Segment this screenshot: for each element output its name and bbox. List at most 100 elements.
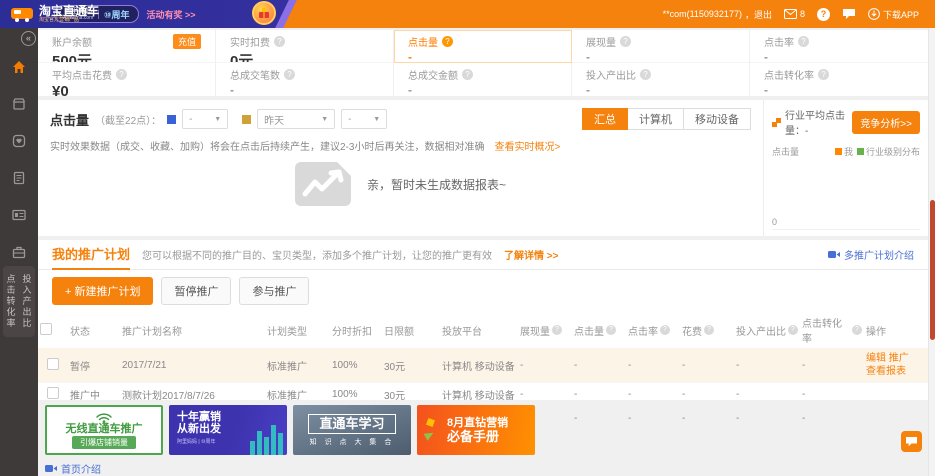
plan-platform-link[interactable]: 计算机 移动设备: [440, 383, 518, 407]
app-title: 淘宝直通车: [39, 5, 99, 17]
gift-icon[interactable]: [252, 1, 276, 25]
view-report-link[interactable]: 查看报表: [866, 365, 926, 378]
sidebar-item-home[interactable]: [0, 48, 38, 85]
info-icon[interactable]: ?: [704, 325, 714, 335]
top-header: 淘宝直通车 淘宝官方营销产品 阿里妈妈 Alimama.com | ⑩周年 活动…: [0, 0, 935, 28]
promo-banners: 无线直通车推广 引爆店铺销量 十年赢销 从新出发 阿里妈妈 | ⑩周年 直通车学…: [45, 405, 535, 455]
info-icon[interactable]: ?: [788, 325, 798, 335]
info-icon[interactable]: ?: [852, 325, 862, 335]
plan-platform-link[interactable]: 计算机 移动设备: [440, 348, 518, 383]
collapse-sidebar-button[interactable]: «: [21, 31, 36, 46]
series1-value: -: [189, 114, 192, 125]
info-icon[interactable]: ?: [798, 36, 809, 47]
col-label: 点击转化率: [802, 315, 850, 345]
info-icon[interactable]: ?: [606, 325, 616, 335]
plan-limit-link[interactable]: 30元: [382, 383, 440, 407]
plan-type: 标准推广: [265, 383, 330, 407]
info-icon[interactable]: ?: [620, 36, 631, 47]
col-label: 花费: [682, 323, 702, 338]
learn-more-link[interactable]: 了解详情 >>: [504, 247, 558, 262]
info-icon[interactable]: ?: [442, 36, 453, 47]
realtime-overview-link[interactable]: 查看实时概况>: [494, 138, 560, 153]
sidebar-item-report[interactable]: [0, 159, 38, 196]
plan-roi: -: [734, 383, 800, 407]
recharge-button[interactable]: 充值: [173, 34, 201, 49]
metric-orders: 总成交笔数? -: [216, 63, 394, 96]
banner-title: 直通车学习: [308, 414, 395, 434]
scrollbar-thumb[interactable]: [930, 200, 935, 340]
series1-select[interactable]: -▼: [182, 109, 228, 129]
info-icon[interactable]: ?: [818, 69, 829, 80]
row-checkbox[interactable]: [47, 358, 59, 370]
plan-name-link[interactable]: 测款计划2017/8/7/26: [120, 383, 265, 407]
multi-plan-intro-link[interactable]: 多推广计划介绍: [828, 247, 914, 262]
banner-learning[interactable]: 直通车学习 知 识 点 大 集 合: [293, 405, 411, 455]
download-item[interactable]: 下载APP: [868, 8, 919, 21]
plan-impr: -: [518, 348, 572, 383]
sidebar-item-toolbox[interactable]: [0, 233, 38, 270]
customer-service-button[interactable]: [901, 431, 922, 452]
tab-mobile[interactable]: 移动设备: [683, 108, 751, 130]
help-icon[interactable]: ?: [817, 8, 830, 21]
mail-item[interactable]: 8: [784, 9, 805, 19]
homepage-intro[interactable]: 首页介绍: [45, 461, 101, 476]
badge-anniversary: ⑩周年: [104, 8, 130, 21]
select-all-checkbox[interactable]: [40, 323, 52, 335]
wifi-icon: [95, 412, 113, 423]
device-tabs: 汇总 计算机 移动设备: [583, 108, 751, 130]
metric-label: 实时扣费: [230, 34, 270, 49]
idcard-icon: [11, 207, 27, 223]
sidebar-item-news[interactable]: [0, 196, 38, 233]
col-discount: 分时折扣: [330, 312, 382, 348]
promo-link[interactable]: 活动有奖 >>: [147, 8, 196, 21]
page-scrollbar[interactable]: [928, 28, 935, 476]
col-platform: 投放平台: [440, 312, 518, 348]
join-plan-button[interactable]: 参与推广: [239, 277, 309, 305]
realtime-notice: 实时效果数据（成交、收藏、加购）将会在点击后持续产生，建议2-3小时后再关注，数…: [50, 138, 484, 153]
plan-discount-link[interactable]: 100%: [330, 383, 382, 407]
industry-title: 行业平均点击量：-: [785, 107, 848, 137]
metric-value: -: [408, 50, 557, 63]
plan-discount-link[interactable]: 100%: [330, 348, 382, 383]
tab-computer[interactable]: 计算机: [627, 108, 684, 130]
new-plan-button[interactable]: + 新建推广计划: [52, 277, 153, 305]
report-icon: [11, 170, 27, 186]
banner-august-handbook[interactable]: 8月直钻营销 必备手册: [417, 405, 535, 455]
metric-label: 总成交金额: [408, 67, 458, 82]
col-name: 推广计划名称: [120, 312, 265, 348]
info-icon[interactable]: ?: [462, 69, 473, 80]
tab-summary[interactable]: 汇总: [582, 108, 628, 130]
plan-status: 推广中: [68, 383, 120, 407]
total-clicks: -: [572, 407, 626, 431]
info-icon[interactable]: ?: [274, 36, 285, 47]
y-axis-zero: 0: [772, 217, 777, 227]
service-item[interactable]: [842, 8, 856, 20]
col-cost: 花费?: [680, 312, 734, 348]
sidebar-item-favorite[interactable]: [0, 122, 38, 159]
info-icon[interactable]: ?: [660, 325, 670, 335]
sidebar-item-shop[interactable]: [0, 85, 38, 122]
app-logo[interactable]: 淘宝直通车 淘宝官方营销产品: [10, 5, 99, 23]
plan-limit-link[interactable]: 30元: [382, 348, 440, 383]
logout-link[interactable]: ，退出: [745, 8, 772, 21]
quick-metrics-widget[interactable]: 点击转化率 投入产出比: [3, 266, 35, 337]
competition-analysis-button[interactable]: 竞争分析>>: [852, 111, 920, 134]
banner-wireless-promo[interactable]: 无线直通车推广 引爆店铺销量: [45, 405, 163, 455]
series3-select[interactable]: -▼: [341, 109, 387, 129]
info-icon[interactable]: ?: [640, 69, 651, 80]
metric-impressions: 展现量? -: [572, 30, 750, 63]
plan-name-link[interactable]: 2017/7/21: [120, 348, 265, 383]
col-label: 点击率: [628, 323, 658, 338]
account-name: **com(1150932177): [663, 9, 742, 19]
info-icon[interactable]: ?: [552, 325, 562, 335]
banner-ten-years[interactable]: 十年赢销 从新出发 阿里妈妈 | ⑩周年: [169, 405, 287, 455]
info-icon[interactable]: ?: [116, 69, 127, 80]
row-checkbox[interactable]: [47, 387, 59, 399]
date-select[interactable]: 昨天▼: [257, 109, 335, 129]
city-bars-decoration: [250, 425, 283, 455]
pause-plan-button[interactable]: 暂停推广: [161, 277, 231, 305]
metric-value: -: [408, 83, 557, 96]
tab-my-plans[interactable]: 我的推广计划: [52, 240, 130, 270]
info-icon[interactable]: ?: [284, 69, 295, 80]
edit-promote-links[interactable]: 编辑 推广: [866, 352, 926, 365]
